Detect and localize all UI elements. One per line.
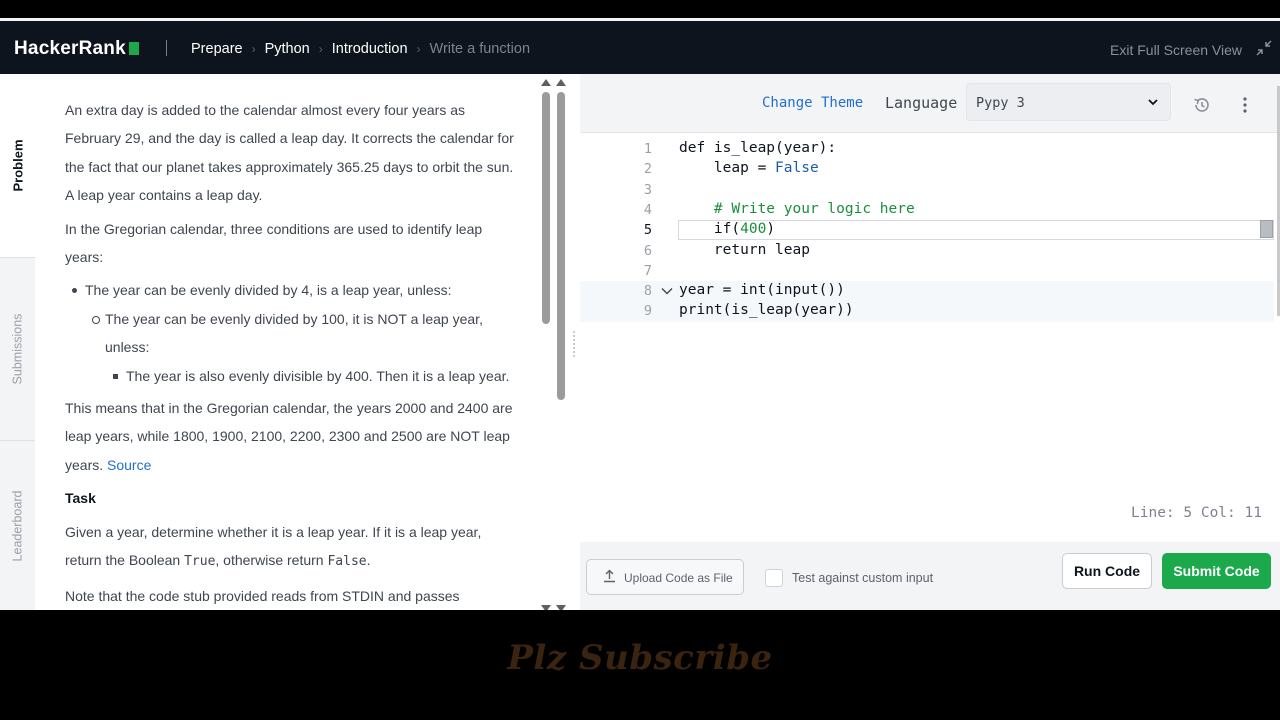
line-number: 7 (643, 262, 652, 279)
more-options-icon[interactable] (1242, 96, 1248, 114)
language-select[interactable]: Pypy 3 (966, 83, 1171, 121)
scrollbar-thumb[interactable] (557, 92, 565, 400)
code-text: return leap (679, 241, 810, 258)
custom-input-checkbox[interactable] (765, 569, 783, 587)
list-item: The year can be evenly divided by 100, i… (65, 305, 515, 362)
code-line-active: 5 if(400) (580, 220, 1274, 241)
problem-scrollbar-outer[interactable] (555, 74, 567, 610)
problem-paragraph: This means that in the Gregorian calenda… (65, 394, 515, 479)
fold-chevron-icon[interactable] (661, 285, 673, 297)
code-line: 9 print(is_leap(year)) (580, 301, 1274, 322)
submit-code-button[interactable]: Submit Code (1162, 553, 1271, 589)
code-false: False (327, 554, 367, 570)
line-number: 4 (643, 201, 652, 218)
subscribe-watermark: Plz Subscribe (507, 638, 773, 678)
breadcrumb-introduction[interactable]: Introduction (332, 41, 408, 57)
code-text: if(400) (679, 221, 775, 237)
custom-input-label[interactable]: Test against custom input (792, 571, 933, 585)
code-text: def is_leap(year): (679, 140, 837, 156)
scroll-up-icon[interactable] (556, 79, 566, 86)
source-link[interactable]: Source (107, 457, 151, 473)
pane-resize-handle[interactable] (572, 329, 578, 361)
cursor-position: Line: 5 Col: 11 (1131, 505, 1262, 521)
editor-action-bar: Upload Code as File Test against custom … (580, 542, 1280, 610)
code-token: if( (679, 221, 741, 238)
line-number: 9 (643, 303, 652, 320)
code-line: 2 leap = False (580, 159, 1274, 179)
line-number: 6 (643, 242, 652, 259)
breadcrumb-current: Write a function (429, 41, 531, 57)
breadcrumb-python[interactable]: Python (265, 41, 310, 57)
overview-ruler-marker (1260, 220, 1273, 239)
task-paragraph: Given a year, determine whether it is a … (65, 518, 515, 577)
line-number: 8 (643, 283, 652, 300)
side-tabs: Problem Submissions Leaderboard (0, 74, 35, 610)
breadcrumb: Prepare › Python › Introduction › Write … (191, 41, 530, 57)
top-navbar: HackerRank Prepare › Python › Introducti… (0, 21, 1280, 74)
upload-icon (604, 569, 615, 583)
line-number: 1 (643, 141, 652, 157)
history-icon[interactable] (1192, 95, 1212, 115)
task-text: , otherwise return (215, 552, 324, 569)
breadcrumb-prepare[interactable]: Prepare (191, 41, 243, 57)
tab-submissions[interactable]: Submissions (0, 257, 35, 440)
chevron-down-icon (1148, 99, 1158, 106)
editor-toolbar: Change Theme Language Pypy 3 (580, 74, 1280, 133)
logo-text: HackerRank (14, 38, 126, 59)
problem-statement: An extra day is added to the calendar al… (65, 96, 515, 610)
tab-leaderboard[interactable]: Leaderboard (0, 440, 35, 610)
scrollbar-thumb[interactable] (542, 92, 550, 324)
code-line: 3 (580, 180, 1274, 200)
tab-submissions-label: Submissions (10, 313, 25, 385)
line-number: 5 (643, 222, 652, 239)
code-text: print(is_leap(year)) (679, 302, 854, 319)
task-text: . (366, 552, 371, 569)
list-item: The year can be evenly divided by 4, is … (65, 276, 515, 304)
upload-code-label: Upload Code as File (624, 571, 733, 585)
tab-problem-label: Problem (10, 139, 26, 192)
code-token-bool: False (775, 160, 819, 177)
code-true: True (184, 554, 216, 570)
upload-code-button[interactable]: Upload Code as File (586, 559, 744, 595)
navbar-separator (166, 40, 167, 56)
language-value: Pypy 3 (976, 95, 1025, 111)
code-line: 1 def is_leap(year): (580, 139, 1274, 159)
change-theme-button[interactable]: Change Theme (762, 95, 863, 111)
hackerrank-logo[interactable]: HackerRank (14, 38, 139, 60)
problem-pane: Problem Submissions Leaderboard An extra… (0, 74, 580, 610)
problem-paragraph: In the Gregorian calendar, three conditi… (65, 220, 483, 266)
tab-leaderboard-label: Leaderboard (10, 490, 25, 561)
tab-problem[interactable]: Problem (0, 74, 35, 257)
run-code-button[interactable]: Run Code (1062, 553, 1152, 589)
exit-full-screen-link[interactable]: Exit Full Screen View (1110, 42, 1242, 58)
code-line: 4 # Write your logic here (580, 200, 1274, 220)
code-comment: # Write your logic here (679, 200, 915, 217)
conditions-list: The year can be evenly divided by 4, is … (65, 276, 515, 390)
code-token: ) (766, 221, 776, 238)
scroll-up-icon[interactable] (541, 79, 551, 86)
note-paragraph: Note that the code stub provided reads f… (65, 587, 460, 604)
video-top-bar (0, 0, 1280, 18)
problem-paragraph: An extra day is added to the calendar al… (65, 102, 514, 204)
problem-scrollbar[interactable] (540, 74, 552, 610)
logo-square-icon (128, 42, 139, 55)
code-line: 8 year = int(input()) (580, 281, 1274, 302)
editor-pane: Change Theme Language Pypy 3 1 def is_le… (580, 74, 1280, 610)
language-label: Language (885, 94, 958, 112)
task-heading: Task (65, 490, 96, 507)
code-line: 7 (580, 261, 1274, 281)
chevron-right-icon: › (416, 42, 421, 56)
code-editor[interactable]: 1 def is_leap(year): 2 leap = False 3 4 … (580, 134, 1274, 516)
code-text: year = int(input()) (679, 282, 845, 299)
list-item: The year is also evenly divisible by 400… (65, 362, 515, 390)
code-token-number: 400 (740, 221, 767, 238)
line-number: 2 (643, 161, 652, 178)
chevron-right-icon: › (251, 42, 256, 56)
line-number: 3 (643, 181, 652, 198)
code-token: leap = (679, 160, 776, 177)
chevron-right-icon: › (318, 42, 323, 56)
code-line: 6 return leap (580, 241, 1274, 261)
collapse-icon[interactable] (1256, 40, 1272, 56)
code-text: leap = False (679, 160, 819, 176)
